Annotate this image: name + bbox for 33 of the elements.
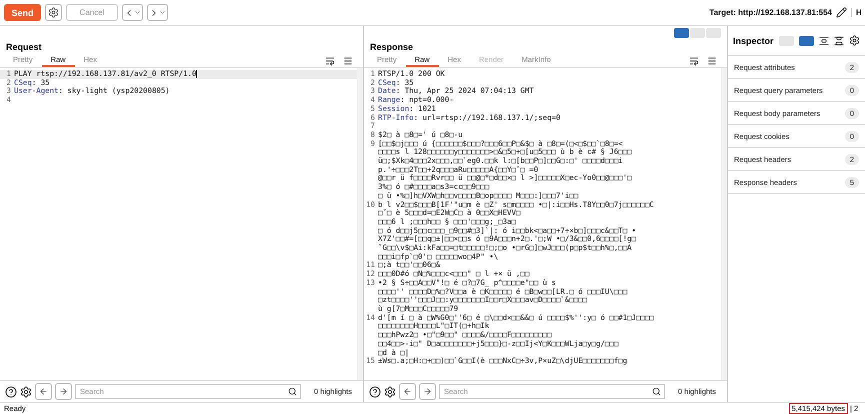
panel-title: Response — [370, 42, 414, 52]
wrap-icon[interactable] — [325, 56, 335, 66]
settings-button[interactable] — [45, 4, 62, 21]
help-icon[interactable] — [5, 386, 17, 398]
right-arrow-icon — [59, 387, 68, 396]
settings-icon[interactable] — [849, 35, 860, 46]
search-icon — [652, 387, 662, 396]
toolbar-label: H — [851, 8, 861, 17]
menu-icon[interactable] — [707, 56, 717, 66]
expand-icon[interactable] — [819, 36, 829, 46]
next-button[interactable] — [55, 383, 72, 400]
target-label: Target: http://192.168.137.81:554 — [709, 8, 832, 17]
collapse-icon[interactable] — [834, 36, 844, 46]
forward-button[interactable] — [147, 4, 168, 21]
settings-icon — [48, 7, 59, 18]
right-arrow-icon — [423, 387, 432, 396]
help-icon[interactable] — [369, 386, 381, 398]
edit-icon[interactable] — [836, 7, 847, 18]
settings-icon[interactable] — [20, 386, 32, 398]
menu-icon[interactable] — [343, 56, 353, 66]
left-arrow-icon — [403, 387, 412, 396]
settings-icon[interactable] — [384, 386, 396, 398]
next-button[interactable] — [419, 383, 436, 400]
left-arrow-icon — [39, 387, 48, 396]
search-icon — [288, 387, 298, 396]
back-button[interactable] — [122, 4, 143, 21]
panel-title: Request — [6, 42, 42, 52]
caret-icon — [159, 9, 166, 16]
wrap-icon[interactable] — [689, 56, 699, 66]
previous-button[interactable] — [399, 383, 416, 400]
previous-button[interactable] — [35, 383, 52, 400]
inspector-title: Inspector — [733, 36, 774, 46]
caret-icon — [134, 9, 141, 16]
